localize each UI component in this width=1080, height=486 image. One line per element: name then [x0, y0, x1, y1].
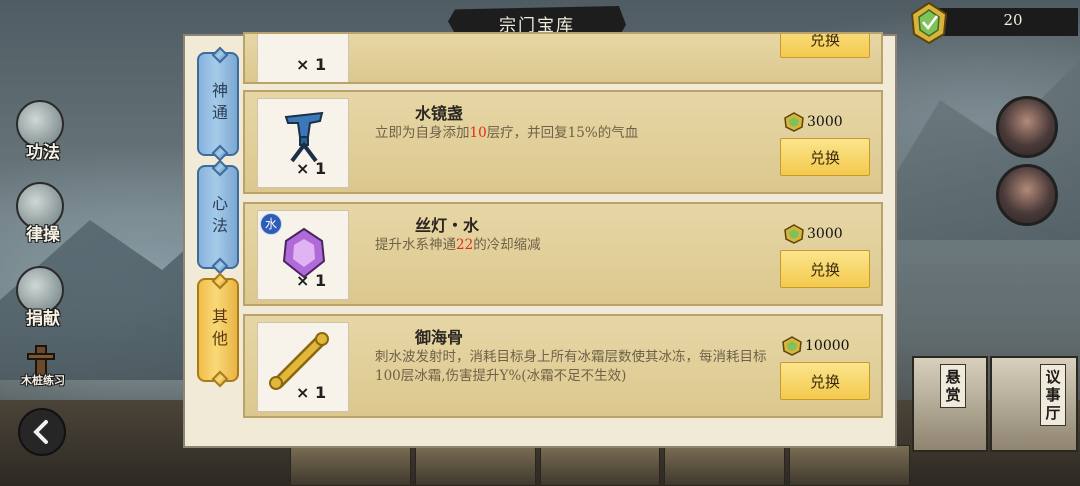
list-item: × 1 兑换 [243, 32, 883, 84]
bounty-sign: 悬赏 [940, 364, 966, 408]
gem-token-icon [782, 336, 802, 356]
exchange-button[interactable]: 兑换 [780, 138, 870, 176]
item-name: 水镜盏 [415, 104, 464, 123]
exchange-button[interactable]: 兑换 [780, 362, 870, 400]
item-qty: × 1 [296, 271, 327, 290]
item-description: 立即为自身添加10层疗，并回复15%的气血 [375, 124, 765, 143]
desc-text: 的冷却缩减 [473, 237, 541, 253]
item-description: 提升水系神通22的冷却缩减 [375, 236, 765, 255]
price-value: 3000 [807, 226, 843, 242]
price-value: 3000 [807, 114, 843, 130]
tab-label: 心法 [209, 195, 228, 239]
nav-training-button[interactable]: 木桩练习 [8, 344, 78, 406]
item-qty: × 1 [296, 383, 327, 402]
building-thumb [414, 445, 536, 486]
exchange-button[interactable]: 兑换 [780, 250, 870, 288]
building-thumb [290, 445, 411, 486]
item-price: 10000 [781, 336, 850, 356]
chevron-left-icon [33, 420, 48, 444]
nav-juanxian-button[interactable]: 捐献 [8, 266, 78, 329]
council-hall-building[interactable]: 议事厅 [990, 356, 1078, 452]
bounty-building[interactable]: 悬赏 [912, 356, 988, 452]
blue-goblet-icon [284, 111, 324, 163]
building-thumb [789, 445, 910, 486]
building-thumb [539, 445, 661, 486]
tab-shentong[interactable]: 神通 [197, 52, 239, 156]
tab-label: 神通 [209, 82, 228, 126]
exchange-button[interactable]: 兑换 [780, 34, 870, 58]
item-thumb: × 1 [257, 34, 349, 82]
nav-lvcao-button[interactable]: 律操 [8, 182, 78, 245]
nav-label: 律操 [26, 225, 60, 245]
character-portrait[interactable] [996, 96, 1058, 158]
gem-token-icon [910, 1, 948, 45]
nav-label: 捐献 [26, 309, 60, 329]
desc-text: 刺水波发射时，消耗目标身上所有冰霜层数使其冰冻，每消耗目标100层冰霜,伤害提升… [375, 349, 767, 384]
item-price: 3000 [783, 112, 843, 132]
item-thumb: × 1 [257, 322, 349, 412]
item-name: 御海骨 [415, 328, 464, 347]
nav-label: 木桩练习 [21, 374, 65, 387]
golden-bone-icon [269, 332, 329, 390]
building-thumb [664, 445, 786, 486]
tab-qita[interactable]: 其他 [197, 278, 239, 382]
item-price: 3000 [783, 224, 843, 244]
item-thumb: 水 × 1 [257, 210, 349, 300]
council-hall-sign: 议事厅 [1040, 364, 1066, 426]
item-name: 丝灯・水 [415, 216, 480, 235]
desc-text: 提升水系神通 [375, 237, 456, 253]
back-button[interactable] [18, 408, 66, 456]
tab-label: 其他 [209, 308, 228, 352]
character-portrait[interactable] [996, 164, 1058, 226]
nav-gongfa-button[interactable]: 功法 [8, 100, 78, 163]
tab-xinfa[interactable]: 心法 [197, 165, 239, 269]
price-value: 10000 [805, 338, 850, 354]
desc-highlight: 22 [456, 237, 474, 253]
item-description: 刺水波发射时，消耗目标身上所有冰霜层数使其冰冻，每消耗目标100层冰霜,伤害提升… [375, 348, 767, 386]
list-item: × 1 水镜盏 立即为自身添加10层疗，并回复15%的气血 3000 兑换 [243, 90, 883, 194]
bottom-building-strip [290, 445, 910, 486]
item-qty: × 1 [296, 55, 327, 74]
gem-token-icon [784, 112, 804, 132]
nav-label: 功法 [26, 143, 60, 163]
desc-highlight: 10 [469, 125, 487, 141]
list-item: 水 × 1 丝灯・水 提升水系神通22的冷却缩减 3000 兑换 [243, 202, 883, 306]
desc-text: 立即为自身添加 [375, 125, 470, 141]
item-thumb: × 1 [257, 98, 349, 188]
item-qty: × 1 [296, 159, 327, 178]
desc-text: 层疗，并回复15%的气血 [486, 125, 639, 141]
list-item: × 1 御海骨 刺水波发射时，消耗目标身上所有冰霜层数使其冰冻，每消耗目标100… [243, 314, 883, 418]
gem-token-icon [784, 224, 804, 244]
currency-amount: 20 [1003, 11, 1023, 29]
